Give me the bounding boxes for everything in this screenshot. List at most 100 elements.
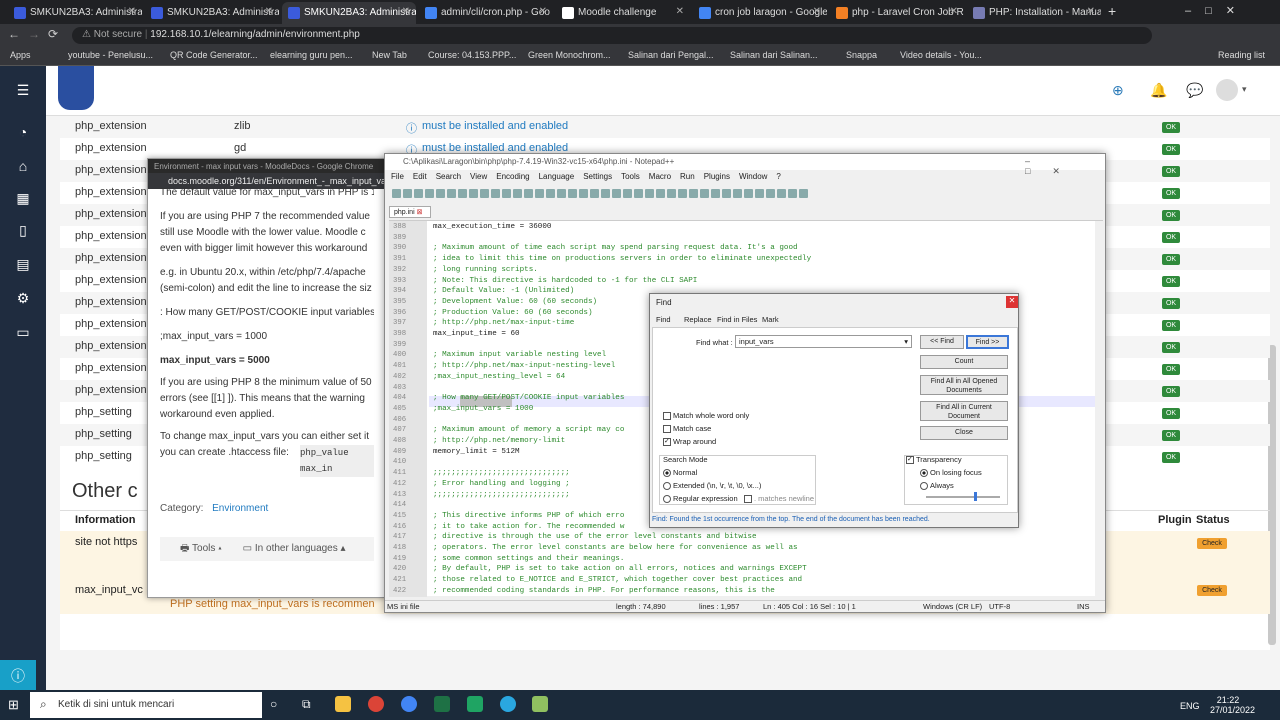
toolbar-button-icon[interactable] bbox=[403, 189, 412, 198]
toolbar-button-icon[interactable] bbox=[524, 189, 533, 198]
toolbar-button-icon[interactable] bbox=[601, 189, 610, 198]
editor-scrollbar[interactable] bbox=[1095, 221, 1103, 597]
dashboard-icon[interactable]: ◔ bbox=[14, 124, 32, 142]
clock[interactable]: 21:22 27/01/2022 bbox=[1210, 695, 1255, 715]
avatar[interactable] bbox=[1216, 79, 1238, 101]
languages-menu[interactable]: ▭ In other languages ▴ bbox=[243, 543, 346, 554]
close-tab-icon[interactable]: ✕ bbox=[128, 6, 136, 17]
bookmark[interactable]: Green Monochrom... bbox=[528, 50, 611, 60]
menu-item[interactable]: Run bbox=[680, 172, 695, 181]
cortana-icon[interactable]: ○ bbox=[270, 697, 277, 711]
menu-item[interactable]: Language bbox=[539, 172, 575, 181]
toolbar-button-icon[interactable] bbox=[777, 189, 786, 198]
toolbar-button-icon[interactable] bbox=[612, 189, 621, 198]
toolbar-button-icon[interactable] bbox=[590, 189, 599, 198]
home-icon[interactable]: ⌂ bbox=[14, 158, 32, 176]
menu-item[interactable]: ? bbox=[776, 172, 780, 181]
transparency-checkbox[interactable]: ✓ Transparency bbox=[906, 455, 962, 465]
menu-item[interactable]: Macro bbox=[649, 172, 671, 181]
transparency-slider[interactable] bbox=[926, 496, 1000, 498]
toolbar-button-icon[interactable] bbox=[579, 189, 588, 198]
toolbar-button-icon[interactable] bbox=[491, 189, 500, 198]
toolbar-button-icon[interactable] bbox=[634, 189, 643, 198]
toolbar-button-icon[interactable] bbox=[678, 189, 687, 198]
browser-tab[interactable]: SMKUN2BA3: Administrati ✕ bbox=[8, 2, 142, 24]
toolbar-button-icon[interactable] bbox=[436, 189, 445, 198]
toolbar-button-icon[interactable] bbox=[733, 189, 742, 198]
back-icon[interactable]: ← bbox=[8, 27, 20, 41]
notepadpp-icon[interactable] bbox=[532, 696, 548, 712]
toolbar-button-icon[interactable] bbox=[623, 189, 632, 198]
slider-thumb[interactable] bbox=[974, 492, 977, 501]
menu-item[interactable]: View bbox=[470, 172, 487, 181]
window-controls[interactable]: –□✕ bbox=[1185, 4, 1249, 17]
menu-item[interactable]: Window bbox=[739, 172, 767, 181]
menu-item[interactable]: Search bbox=[436, 172, 461, 181]
app-icon[interactable] bbox=[500, 696, 516, 712]
menu-item[interactable]: Settings bbox=[583, 172, 612, 181]
toolbar-button-icon[interactable] bbox=[447, 189, 456, 198]
reading-list[interactable]: Reading list bbox=[1218, 50, 1265, 60]
task-view-icon[interactable]: ⧉ bbox=[302, 697, 311, 712]
browser-tab[interactable]: php - Laravel Cron Job Ru ✕ bbox=[830, 2, 964, 24]
browser-tab[interactable]: cron job laragon - Google ✕ bbox=[693, 2, 827, 24]
language-icon[interactable]: ⊕ bbox=[1112, 82, 1124, 99]
folder-icon[interactable]: ▭ bbox=[14, 324, 32, 342]
bookmark[interactable]: Salinan dari Salinan... bbox=[730, 50, 818, 60]
find-previous-button[interactable]: << Find bbox=[920, 335, 964, 349]
toolbar-button-icon[interactable] bbox=[469, 189, 478, 198]
toolbar-button-icon[interactable] bbox=[755, 189, 764, 198]
close-icon[interactable]: ✕ bbox=[1006, 296, 1018, 308]
bookmark[interactable]: Video details - You... bbox=[900, 50, 982, 60]
excel-icon[interactable] bbox=[434, 696, 450, 712]
wrap-around-checkbox[interactable]: ✓ Wrap around bbox=[663, 437, 716, 447]
toolbar-button-icon[interactable] bbox=[568, 189, 577, 198]
hamburger-icon[interactable]: ☰ bbox=[14, 82, 32, 100]
always-radio[interactable]: Always bbox=[920, 481, 954, 491]
tab-find-in-files[interactable]: Find in Files bbox=[717, 315, 757, 324]
toolbar-button-icon[interactable] bbox=[513, 189, 522, 198]
admin-gear-icon[interactable]: ⚙ bbox=[14, 290, 32, 308]
toolbar-button-icon[interactable] bbox=[667, 189, 676, 198]
toolbar-button-icon[interactable] bbox=[744, 189, 753, 198]
chevron-down-icon[interactable]: ▾ bbox=[904, 337, 908, 346]
find-what-input[interactable]: input_vars ▾ bbox=[735, 335, 912, 348]
toolbar-button-icon[interactable] bbox=[766, 189, 775, 198]
toolbar-button-icon[interactable] bbox=[535, 189, 544, 198]
notification-bell-icon[interactable]: 🔔 bbox=[1150, 82, 1167, 99]
new-tab-icon[interactable]: + bbox=[1108, 3, 1116, 19]
tools-menu[interactable]: 🖶 Tools ▴ bbox=[180, 543, 222, 554]
menu-item[interactable]: Edit bbox=[413, 172, 427, 181]
browser-tab[interactable]: admin/cli/cron.php - Goo ✕ bbox=[419, 2, 553, 24]
menu-item[interactable]: Encoding bbox=[496, 172, 529, 181]
browser-tab[interactable]: Moodle challenge ✕ bbox=[556, 2, 690, 24]
find-all-opened-button[interactable]: Find All in All Opened Documents bbox=[920, 375, 1008, 395]
messages-icon[interactable]: 💬 bbox=[1186, 82, 1203, 99]
files-icon[interactable]: ▯ bbox=[14, 222, 32, 240]
bookmark[interactable]: Salinan dari Pengal... bbox=[628, 50, 714, 60]
chrome-profile-icon[interactable] bbox=[401, 696, 417, 712]
toolbar-button-icon[interactable] bbox=[414, 189, 423, 198]
chrome-icon[interactable] bbox=[368, 696, 384, 712]
close-icon[interactable]: ⊠ bbox=[417, 209, 423, 216]
mode-regex-radio[interactable]: Regular expression bbox=[663, 494, 738, 504]
calendar-icon[interactable]: ▦ bbox=[14, 190, 32, 208]
bookmark[interactable]: Course: 04.153.PPP... bbox=[428, 50, 516, 60]
chevron-down-icon[interactable]: ▾ bbox=[1242, 84, 1247, 95]
url-bar[interactable]: ⚠ Not secure | 192.168.10.1/elearning/ad… bbox=[72, 27, 1152, 44]
toolbar-button-icon[interactable] bbox=[425, 189, 434, 198]
toolbar-button-icon[interactable] bbox=[546, 189, 555, 198]
menu-item[interactable]: Tools bbox=[621, 172, 640, 181]
on-losing-focus-radio[interactable]: On losing focus bbox=[920, 468, 982, 478]
tab-mark[interactable]: Mark bbox=[762, 315, 779, 324]
matches-newline-checkbox[interactable]: . matches newline bbox=[744, 494, 814, 504]
close-tab-icon[interactable]: ✕ bbox=[676, 6, 684, 17]
taskbar-search-input[interactable]: ⌕ Ketik di sini untuk mencari bbox=[30, 692, 262, 718]
close-tab-icon[interactable]: ✕ bbox=[813, 6, 821, 17]
toolbar-button-icon[interactable] bbox=[458, 189, 467, 198]
toolbar-button-icon[interactable] bbox=[502, 189, 511, 198]
toolbar-button-icon[interactable] bbox=[711, 189, 720, 198]
forward-icon[interactable]: → bbox=[28, 27, 40, 41]
tab-find[interactable]: Find bbox=[656, 315, 671, 324]
browser-tab-active[interactable]: SMKUN2BA3: Administrati ✕ bbox=[282, 2, 416, 24]
